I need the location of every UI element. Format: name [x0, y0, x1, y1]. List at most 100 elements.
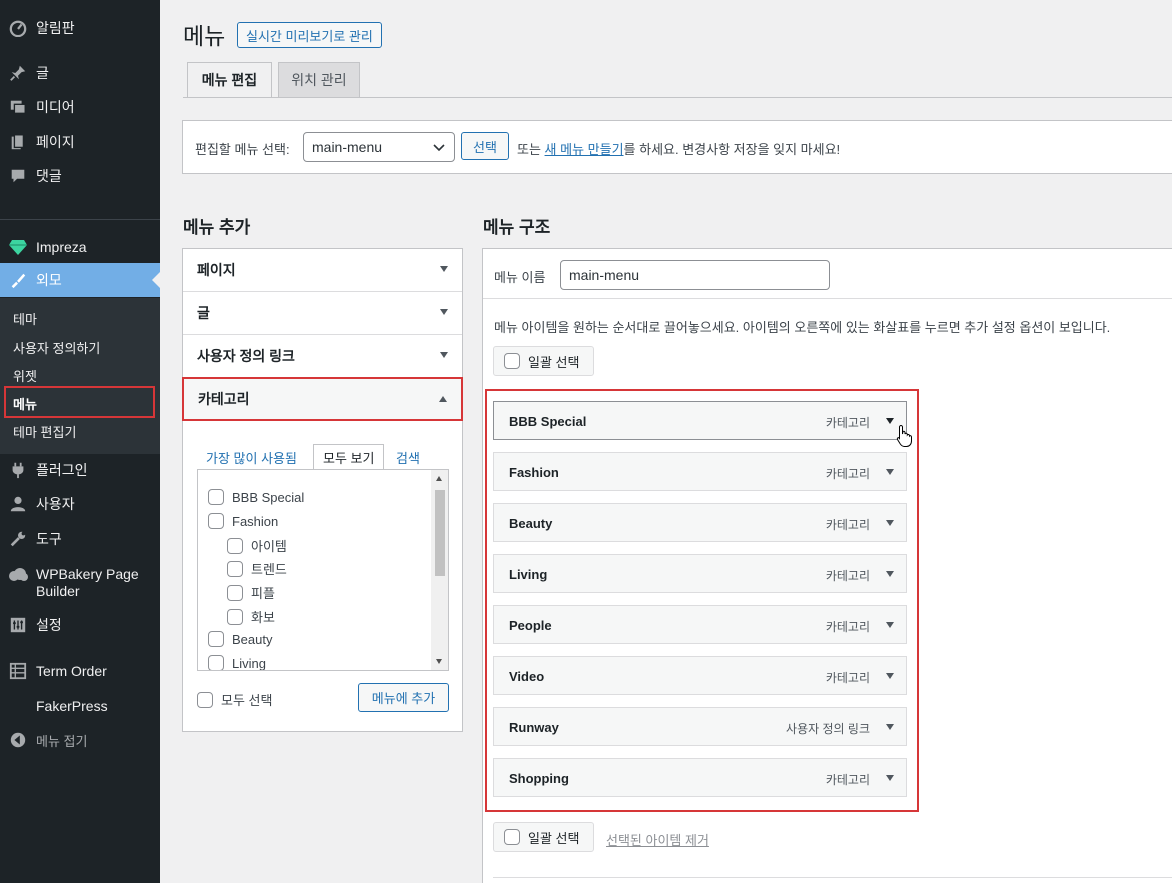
- menu-item[interactable]: BBB Special 카테고리: [493, 401, 907, 440]
- item-toggle-icon[interactable]: [886, 469, 894, 475]
- sidebar-item-comments[interactable]: 댓글: [0, 159, 160, 193]
- wrench-icon: [8, 529, 28, 549]
- submenu-themes[interactable]: 테마: [0, 305, 160, 332]
- sidebar-separator: [0, 219, 160, 220]
- menu-item[interactable]: Fashion 카테고리: [493, 452, 907, 491]
- accordion-categories[interactable]: 카테고리: [182, 377, 463, 421]
- item-toggle-icon[interactable]: [886, 622, 894, 628]
- media-icon: [8, 97, 28, 117]
- menu-select-dropdown[interactable]: main-menu: [303, 132, 455, 162]
- item-toggle-icon[interactable]: [886, 571, 894, 577]
- remove-selected-link[interactable]: 선택된 아이템 제거: [606, 830, 709, 849]
- sidebar-item-pages[interactable]: 페이지: [0, 125, 160, 159]
- dashboard-icon: [8, 18, 28, 38]
- bulk-select-button[interactable]: 일괄 선택: [493, 346, 594, 376]
- menu-item[interactable]: Shopping 카테고리: [493, 758, 907, 797]
- tab-divider: [183, 97, 1172, 98]
- checkbox[interactable]: [208, 631, 224, 647]
- category-checklist: BBB Special Fashion 아이템 트렌드 피플 화보 Beauty…: [197, 469, 449, 671]
- item-toggle-icon[interactable]: [886, 724, 894, 730]
- sidebar-item-dashboard[interactable]: 알림판: [0, 11, 160, 45]
- checkbox[interactable]: [504, 829, 520, 845]
- gem-icon: [8, 237, 28, 257]
- select-menu-label: 편집할 메뉴 선택:: [195, 142, 290, 157]
- tab-view-all[interactable]: 모두 보기: [313, 444, 385, 470]
- menu-item[interactable]: Runway 사용자 정의 링크: [493, 707, 907, 746]
- sidebar-item-settings[interactable]: 설정: [0, 608, 160, 642]
- select-all-checkbox[interactable]: 모두 선택: [197, 690, 272, 709]
- sidebar-item-wpbakery[interactable]: WPBakery Page Builder: [0, 565, 160, 601]
- arrow-down-icon: [440, 352, 448, 358]
- checkbox[interactable]: [227, 537, 243, 554]
- sidebar-item-term-order[interactable]: Term Order: [0, 654, 160, 688]
- checkbox[interactable]: [208, 513, 224, 529]
- item-toggle-icon[interactable]: [886, 673, 894, 679]
- category-item[interactable]: BBB Special: [208, 489, 304, 505]
- checkbox[interactable]: [208, 489, 224, 505]
- menu-name-input[interactable]: main-menu: [560, 260, 830, 290]
- sidebar-item-fakerpress[interactable]: FakerPress: [0, 689, 160, 723]
- menu-select-value: main-menu: [312, 139, 383, 155]
- checkbox[interactable]: [197, 691, 213, 708]
- tab-edit-menus[interactable]: 메뉴 편집: [187, 62, 272, 98]
- accordion-custom-links[interactable]: 사용자 정의 링크: [183, 335, 462, 378]
- menu-item[interactable]: Video 카테고리: [493, 656, 907, 695]
- hand-cursor-icon: [896, 424, 914, 451]
- category-item[interactable]: Fashion: [208, 513, 278, 529]
- sidebar-item-posts[interactable]: 글: [0, 56, 160, 90]
- select-button[interactable]: 선택: [461, 132, 509, 160]
- scroll-down-icon[interactable]: [436, 659, 442, 664]
- tab-search[interactable]: 검색: [387, 444, 429, 470]
- accordion-posts[interactable]: 글: [183, 292, 462, 335]
- collapse-icon: [8, 730, 28, 750]
- brush-icon: [8, 270, 28, 290]
- submenu-customize[interactable]: 사용자 정의하기: [0, 334, 160, 361]
- accordion-pages[interactable]: 페이지: [183, 249, 462, 292]
- category-item[interactable]: 피플: [227, 583, 275, 602]
- sidebar-item-media[interactable]: 미디어: [0, 90, 160, 124]
- sidebar-item-users[interactable]: 사용자: [0, 487, 160, 521]
- divider: [493, 877, 1172, 878]
- menu-structure-heading: 메뉴 구조: [483, 218, 551, 237]
- menus-highlight-box: [4, 386, 155, 418]
- checkbox[interactable]: [504, 353, 520, 369]
- pin-icon: [8, 63, 28, 83]
- add-to-menu-button[interactable]: 메뉴에 추가: [358, 683, 449, 712]
- collapse-menu-button[interactable]: 메뉴 접기: [0, 723, 160, 757]
- checkbox[interactable]: [227, 584, 243, 601]
- category-item[interactable]: 트렌드: [227, 559, 287, 578]
- category-item[interactable]: 화보: [227, 607, 275, 626]
- category-item[interactable]: 아이템: [227, 536, 287, 555]
- sidebar-item-impreza[interactable]: Impreza: [0, 230, 160, 264]
- checkbox[interactable]: [227, 608, 243, 625]
- checkbox[interactable]: [208, 655, 224, 670]
- sidebar-item-tools[interactable]: 도구: [0, 522, 160, 556]
- scrollbar[interactable]: [431, 470, 448, 670]
- category-item[interactable]: Beauty: [208, 631, 272, 647]
- category-item[interactable]: Living: [208, 655, 266, 670]
- tab-most-used[interactable]: 가장 많이 사용됨: [197, 444, 306, 470]
- menu-item[interactable]: Living 카테고리: [493, 554, 907, 593]
- scroll-up-icon[interactable]: [436, 476, 442, 481]
- sidebar-item-appearance[interactable]: 외모: [0, 263, 160, 297]
- checkbox[interactable]: [227, 560, 243, 577]
- tab-manage-locations[interactable]: 위치 관리: [278, 62, 360, 98]
- divider: [483, 298, 1172, 299]
- bulk-select-button-bottom[interactable]: 일괄 선택: [493, 822, 594, 852]
- sidebar-item-plugins[interactable]: 플러그인: [0, 453, 160, 487]
- submenu-widgets[interactable]: 위젯: [0, 362, 160, 389]
- item-toggle-icon[interactable]: [886, 775, 894, 781]
- page-icon: [8, 132, 28, 152]
- item-toggle-icon[interactable]: [886, 418, 894, 424]
- settings-icon: [8, 615, 28, 635]
- menu-item[interactable]: Beauty 카테고리: [493, 503, 907, 542]
- scrollbar-thumb[interactable]: [435, 490, 445, 576]
- add-menu-heading: 메뉴 추가: [183, 218, 251, 237]
- menu-item[interactable]: People 카테고리: [493, 605, 907, 644]
- arrow-down-icon: [440, 266, 448, 272]
- create-new-menu-link[interactable]: 새 메뉴 만들기: [545, 142, 624, 157]
- live-preview-button[interactable]: 실시간 미리보기로 관리: [237, 22, 382, 48]
- drag-instructions: 메뉴 아이템을 원하는 순서대로 끌어놓으세요. 아이템의 오른쪽에 있는 화살…: [494, 320, 1111, 335]
- submenu-theme-editor[interactable]: 테마 편집기: [0, 418, 160, 445]
- item-toggle-icon[interactable]: [886, 520, 894, 526]
